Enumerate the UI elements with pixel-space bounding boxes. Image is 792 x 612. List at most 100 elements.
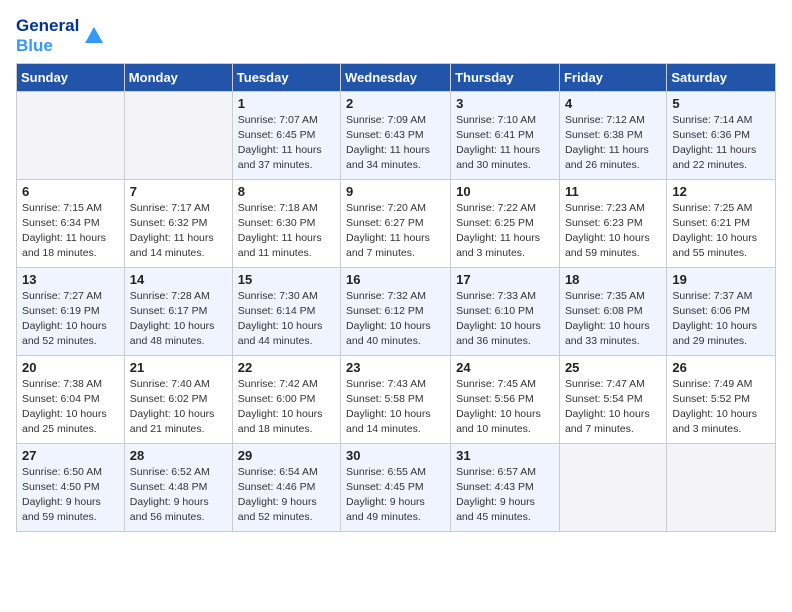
weekday-header: Wednesday xyxy=(341,63,451,91)
day-number: 30 xyxy=(346,448,445,463)
day-number: 10 xyxy=(456,184,554,199)
day-number: 16 xyxy=(346,272,445,287)
day-number: 28 xyxy=(130,448,227,463)
day-info: Sunrise: 7:37 AM Sunset: 6:06 PM Dayligh… xyxy=(672,289,770,350)
day-info: Sunrise: 7:09 AM Sunset: 6:43 PM Dayligh… xyxy=(346,113,445,174)
day-number: 26 xyxy=(672,360,770,375)
day-number: 21 xyxy=(130,360,227,375)
day-info: Sunrise: 6:55 AM Sunset: 4:45 PM Dayligh… xyxy=(346,465,445,526)
day-number: 27 xyxy=(22,448,119,463)
calendar-cell: 18 Sunrise: 7:35 AM Sunset: 6:08 PM Dayli… xyxy=(559,267,666,355)
calendar-cell: 8 Sunrise: 7:18 AM Sunset: 6:30 PM Daylig… xyxy=(232,179,340,267)
day-info: Sunrise: 6:50 AM Sunset: 4:50 PM Dayligh… xyxy=(22,465,119,526)
weekday-header: Monday xyxy=(124,63,232,91)
day-info: Sunrise: 7:15 AM Sunset: 6:34 PM Dayligh… xyxy=(22,201,119,262)
day-info: Sunrise: 7:17 AM Sunset: 6:32 PM Dayligh… xyxy=(130,201,227,262)
day-number: 3 xyxy=(456,96,554,111)
calendar-cell: 30 Sunrise: 6:55 AM Sunset: 4:45 PM Dayli… xyxy=(341,443,451,531)
day-info: Sunrise: 7:30 AM Sunset: 6:14 PM Dayligh… xyxy=(238,289,335,350)
calendar-cell: 26Sunrise: 7:49 AM Sunset: 5:52 PM Dayli… xyxy=(667,355,776,443)
calendar-cell: 25 Sunrise: 7:47 AM Sunset: 5:54 PM Dayli… xyxy=(559,355,666,443)
day-number: 7 xyxy=(130,184,227,199)
day-number: 14 xyxy=(130,272,227,287)
day-info: Sunrise: 7:12 AM Sunset: 6:38 PM Dayligh… xyxy=(565,113,661,174)
day-number: 24 xyxy=(456,360,554,375)
calendar-cell: 28 Sunrise: 6:52 AM Sunset: 4:48 PM Dayli… xyxy=(124,443,232,531)
day-info: Sunrise: 7:14 AM Sunset: 6:36 PM Dayligh… xyxy=(672,113,770,174)
weekday-header: Thursday xyxy=(451,63,560,91)
day-info: Sunrise: 6:57 AM Sunset: 4:43 PM Dayligh… xyxy=(456,465,554,526)
calendar-cell: 14 Sunrise: 7:28 AM Sunset: 6:17 PM Dayli… xyxy=(124,267,232,355)
calendar-cell: 7 Sunrise: 7:17 AM Sunset: 6:32 PM Daylig… xyxy=(124,179,232,267)
day-number: 15 xyxy=(238,272,335,287)
calendar-cell: 11Sunrise: 7:23 AM Sunset: 6:23 PM Dayli… xyxy=(559,179,666,267)
calendar-cell: 27 Sunrise: 6:50 AM Sunset: 4:50 PM Dayli… xyxy=(17,443,125,531)
calendar-cell xyxy=(124,91,232,179)
day-info: Sunrise: 7:25 AM Sunset: 6:21 PM Dayligh… xyxy=(672,201,770,262)
day-info: Sunrise: 7:27 AM Sunset: 6:19 PM Dayligh… xyxy=(22,289,119,350)
day-info: Sunrise: 7:07 AM Sunset: 6:45 PM Dayligh… xyxy=(238,113,335,174)
day-info: Sunrise: 6:52 AM Sunset: 4:48 PM Dayligh… xyxy=(130,465,227,526)
day-info: Sunrise: 7:40 AM Sunset: 6:02 PM Dayligh… xyxy=(130,377,227,438)
calendar-cell: 24 Sunrise: 7:45 AM Sunset: 5:56 PM Dayli… xyxy=(451,355,560,443)
calendar-cell: 6 Sunrise: 7:15 AM Sunset: 6:34 PM Daylig… xyxy=(17,179,125,267)
weekday-header: Saturday xyxy=(667,63,776,91)
day-number: 25 xyxy=(565,360,661,375)
day-info: Sunrise: 7:45 AM Sunset: 5:56 PM Dayligh… xyxy=(456,377,554,438)
calendar-cell: 9 Sunrise: 7:20 AM Sunset: 6:27 PM Daylig… xyxy=(341,179,451,267)
logo-icon xyxy=(83,25,105,47)
day-info: Sunrise: 7:10 AM Sunset: 6:41 PM Dayligh… xyxy=(456,113,554,174)
calendar-cell xyxy=(667,443,776,531)
day-number: 31 xyxy=(456,448,554,463)
calendar-cell: 10 Sunrise: 7:22 AM Sunset: 6:25 PM Dayli… xyxy=(451,179,560,267)
calendar-cell xyxy=(17,91,125,179)
calendar-cell: 31 Sunrise: 6:57 AM Sunset: 4:43 PM Dayli… xyxy=(451,443,560,531)
calendar-cell: 22Sunrise: 7:42 AM Sunset: 6:00 PM Dayli… xyxy=(232,355,340,443)
day-info: Sunrise: 7:47 AM Sunset: 5:54 PM Dayligh… xyxy=(565,377,661,438)
calendar-cell xyxy=(559,443,666,531)
calendar-cell: 13Sunrise: 7:27 AM Sunset: 6:19 PM Dayli… xyxy=(17,267,125,355)
calendar-cell: 4 Sunrise: 7:12 AM Sunset: 6:38 PM Daylig… xyxy=(559,91,666,179)
calendar-cell: 15 Sunrise: 7:30 AM Sunset: 6:14 PM Dayli… xyxy=(232,267,340,355)
weekday-header: Friday xyxy=(559,63,666,91)
day-info: Sunrise: 7:20 AM Sunset: 6:27 PM Dayligh… xyxy=(346,201,445,262)
day-number: 5 xyxy=(672,96,770,111)
day-info: Sunrise: 7:43 AM Sunset: 5:58 PM Dayligh… xyxy=(346,377,445,438)
day-info: Sunrise: 7:22 AM Sunset: 6:25 PM Dayligh… xyxy=(456,201,554,262)
calendar-cell: 1 Sunrise: 7:07 AM Sunset: 6:45 PM Daylig… xyxy=(232,91,340,179)
calendar-cell: 3 Sunrise: 7:10 AM Sunset: 6:41 PM Daylig… xyxy=(451,91,560,179)
day-number: 17 xyxy=(456,272,554,287)
logo: GeneralBlue xyxy=(16,16,105,57)
day-number: 19 xyxy=(672,272,770,287)
calendar-cell: 19 Sunrise: 7:37 AM Sunset: 6:06 PM Dayli… xyxy=(667,267,776,355)
calendar-cell: 5 Sunrise: 7:14 AM Sunset: 6:36 PM Daylig… xyxy=(667,91,776,179)
day-number: 9 xyxy=(346,184,445,199)
day-number: 4 xyxy=(565,96,661,111)
day-info: Sunrise: 7:38 AM Sunset: 6:04 PM Dayligh… xyxy=(22,377,119,438)
day-number: 23 xyxy=(346,360,445,375)
calendar-cell: 17 Sunrise: 7:33 AM Sunset: 6:10 PM Dayli… xyxy=(451,267,560,355)
day-info: Sunrise: 7:32 AM Sunset: 6:12 PM Dayligh… xyxy=(346,289,445,350)
logo-text: GeneralBlue xyxy=(16,16,79,57)
weekday-header: Tuesday xyxy=(232,63,340,91)
day-number: 8 xyxy=(238,184,335,199)
day-info: Sunrise: 7:35 AM Sunset: 6:08 PM Dayligh… xyxy=(565,289,661,350)
day-number: 1 xyxy=(238,96,335,111)
calendar-table: SundayMondayTuesdayWednesdayThursdayFrid… xyxy=(16,63,776,532)
day-number: 6 xyxy=(22,184,119,199)
calendar-cell: 21 Sunrise: 7:40 AM Sunset: 6:02 PM Dayli… xyxy=(124,355,232,443)
day-info: Sunrise: 7:33 AM Sunset: 6:10 PM Dayligh… xyxy=(456,289,554,350)
day-number: 22 xyxy=(238,360,335,375)
calendar-cell: 20 Sunrise: 7:38 AM Sunset: 6:04 PM Dayli… xyxy=(17,355,125,443)
day-info: Sunrise: 6:54 AM Sunset: 4:46 PM Dayligh… xyxy=(238,465,335,526)
calendar-cell: 29 Sunrise: 6:54 AM Sunset: 4:46 PM Dayli… xyxy=(232,443,340,531)
day-info: Sunrise: 7:18 AM Sunset: 6:30 PM Dayligh… xyxy=(238,201,335,262)
day-number: 29 xyxy=(238,448,335,463)
day-info: Sunrise: 7:23 AM Sunset: 6:23 PM Dayligh… xyxy=(565,201,661,262)
day-number: 20 xyxy=(22,360,119,375)
day-info: Sunrise: 7:28 AM Sunset: 6:17 PM Dayligh… xyxy=(130,289,227,350)
day-number: 12 xyxy=(672,184,770,199)
calendar-cell: 12 Sunrise: 7:25 AM Sunset: 6:21 PM Dayli… xyxy=(667,179,776,267)
day-number: 2 xyxy=(346,96,445,111)
day-number: 18 xyxy=(565,272,661,287)
